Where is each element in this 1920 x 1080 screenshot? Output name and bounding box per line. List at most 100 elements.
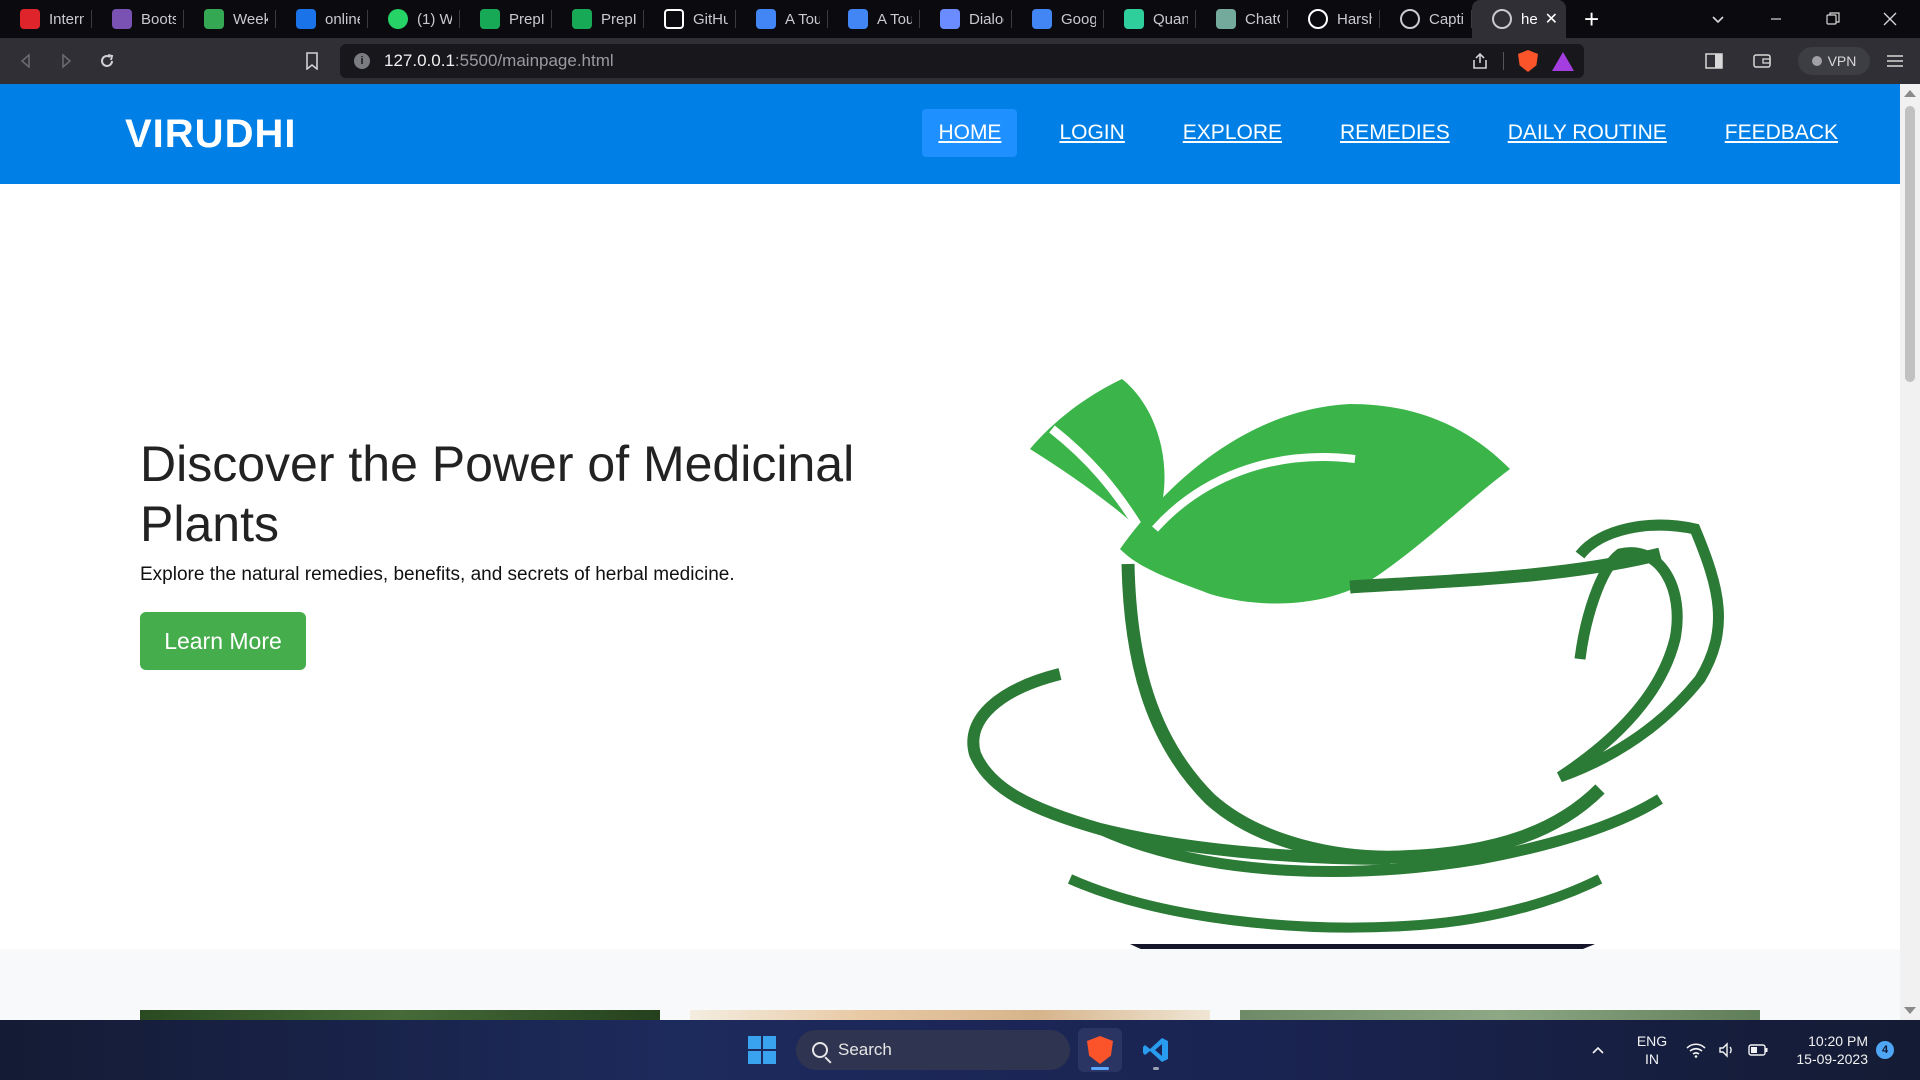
browser-tab[interactable]: ChatG [1196,0,1288,38]
windows-start-icon[interactable] [748,1036,776,1064]
address-bar[interactable]: i 127.0.0.1:5500/mainpage.html [340,44,1584,78]
plant-card-image-2 [690,1010,1210,1020]
page-viewport: VIRUDHI HOME LOGIN EXPLORE REMEDIES DAILY RO… [0,84,1900,1020]
back-button[interactable] [6,38,46,84]
browser-tab[interactable]: GitHul [644,0,736,38]
tab-title: Week [233,10,268,28]
site-navbar: VIRUDHI HOME LOGIN EXPLORE REMEDIES DAILY RO… [0,84,1900,184]
minimize-button[interactable] [1748,0,1804,38]
reload-button[interactable] [87,38,127,84]
taskbar-clock[interactable]: 10:20 PM 15-09-2023 [1784,1032,1868,1068]
page-scrollbar[interactable] [1900,84,1920,1020]
browser-tab[interactable]: Dialog [920,0,1012,38]
browser-tab[interactable]: PrepIn [460,0,552,38]
tab-title: A Tour [785,10,820,28]
new-tab-button[interactable]: + [1584,4,1608,35]
browser-tab[interactable]: Googl [1012,0,1104,38]
bookmark-icon[interactable] [292,38,332,84]
browser-tab[interactable]: PrepIn [552,0,644,38]
browser-toolbar: i 127.0.0.1:5500/mainpage.html VPN [0,38,1920,84]
hero-section: Discover the Power of Medicinal Plants E… [0,184,1900,979]
language-indicator[interactable]: ENG IN [1634,1032,1670,1068]
tab-title: ChatG [1245,10,1280,28]
browser-tab[interactable]: Bootst [92,0,184,38]
tab-title: PrepIn [601,10,636,28]
browser-tab[interactable]: he ✕ [1472,0,1566,38]
browser-tab[interactable]: Week [184,0,276,38]
menu-icon[interactable] [1875,38,1915,84]
tab-title: he [1521,10,1538,28]
nav-menu: HOME LOGIN EXPLORE REMEDIES DAILY ROUTINE FEE… [922,109,1854,157]
tab-title: Dialog [969,10,1004,28]
taskbar-search[interactable]: Search [796,1030,1070,1070]
google-cloud-icon [1032,9,1052,29]
speedometer-icon [20,9,40,29]
tab-title: Harshi [1337,10,1372,28]
google-cloud-icon [756,9,776,29]
scroll-down-arrow-icon[interactable] [1904,1007,1916,1014]
vpn-status-icon [1811,56,1822,66]
plant-card-image-1 [140,1010,660,1020]
wifi-icon [1686,1043,1706,1058]
plus-square-icon [480,9,500,29]
nav-link-home[interactable]: HOME [922,109,1018,157]
site-info-icon[interactable]: i [354,53,370,69]
hero-title: Discover the Power of Medicinal Plants [140,436,855,552]
api-icon [940,9,960,29]
nav-link-login[interactable]: LOGIN [1043,109,1140,157]
shield-green-icon [572,9,592,29]
show-hidden-icons-chevron-icon[interactable] [1590,1020,1606,1080]
browser-tab[interactable]: A Tour [828,0,920,38]
tab-title: Quant [1153,10,1188,28]
tab-title: online [325,10,360,28]
divider [1503,52,1504,70]
plant-card-image-3 [1240,1010,1760,1020]
nav-link-remedies[interactable]: REMEDIES [1324,109,1466,157]
vpn-label: VPN [1827,53,1857,69]
windows-taskbar: Search ENG IN 10:20 PM 15-09-2023 4 [0,1020,1920,1080]
close-tab-icon[interactable]: ✕ [1545,9,1558,29]
tab-title: Bootst [141,10,176,28]
nav-link-explore[interactable]: EXPLORE [1167,109,1298,157]
restore-button[interactable] [1805,0,1861,38]
notification-badge[interactable]: 4 [1876,1041,1894,1059]
close-window-button[interactable] [1862,0,1918,38]
vpn-button[interactable]: VPN [1798,47,1870,75]
small-leaf-icon [1030,379,1165,539]
battery-icon [1748,1044,1768,1056]
globe-icon [1492,9,1512,29]
system-tray[interactable] [1686,1020,1768,1080]
browser-tab[interactable]: online [276,0,368,38]
taskbar-search-label: Search [838,1040,892,1059]
share-icon[interactable] [1471,52,1489,70]
volume-icon [1719,1042,1732,1058]
scrollbar-thumb[interactable] [1905,106,1915,382]
google-cloud-icon [848,9,868,29]
learn-more-button[interactable]: Learn More [140,612,306,670]
brave-shields-icon[interactable] [1518,50,1538,72]
browser-tab[interactable]: Harshi [1288,0,1380,38]
browser-tab[interactable]: A Tour [736,0,828,38]
sidebar-toggle-icon[interactable] [1694,38,1734,84]
browser-tab[interactable]: Captiv [1380,0,1472,38]
browser-tab[interactable]: (1) Wh [368,0,460,38]
browser-tab[interactable]: Interne [0,0,92,38]
github-icon [1308,9,1328,29]
scroll-up-arrow-icon[interactable] [1904,90,1916,97]
tab-search-chevron-icon[interactable] [1690,0,1746,38]
site-brand[interactable]: VIRUDHI [125,112,296,157]
vscode-taskbar-icon[interactable] [1134,1028,1178,1072]
forward-button[interactable] [46,38,86,84]
wallet-icon[interactable] [1742,38,1782,84]
browser-tab-strip: Interne Bootst Week online (1) Wh PrepIn Prep… [0,0,1920,38]
brave-browser-taskbar-icon[interactable] [1078,1028,1122,1072]
nav-link-feedback[interactable]: FEEDBACK [1709,109,1854,157]
bootstrap-icon [112,9,132,29]
language-code: ENG [1636,1033,1668,1049]
nav-link-daily-routine[interactable]: DAILY ROUTINE [1492,109,1683,157]
clock-time: 10:20 PM [1808,1033,1868,1049]
browser-tab[interactable]: Quant [1104,0,1196,38]
chatgpt-icon [1216,9,1236,29]
tab-title: Interne [49,10,84,28]
brave-rewards-icon[interactable] [1552,51,1574,71]
